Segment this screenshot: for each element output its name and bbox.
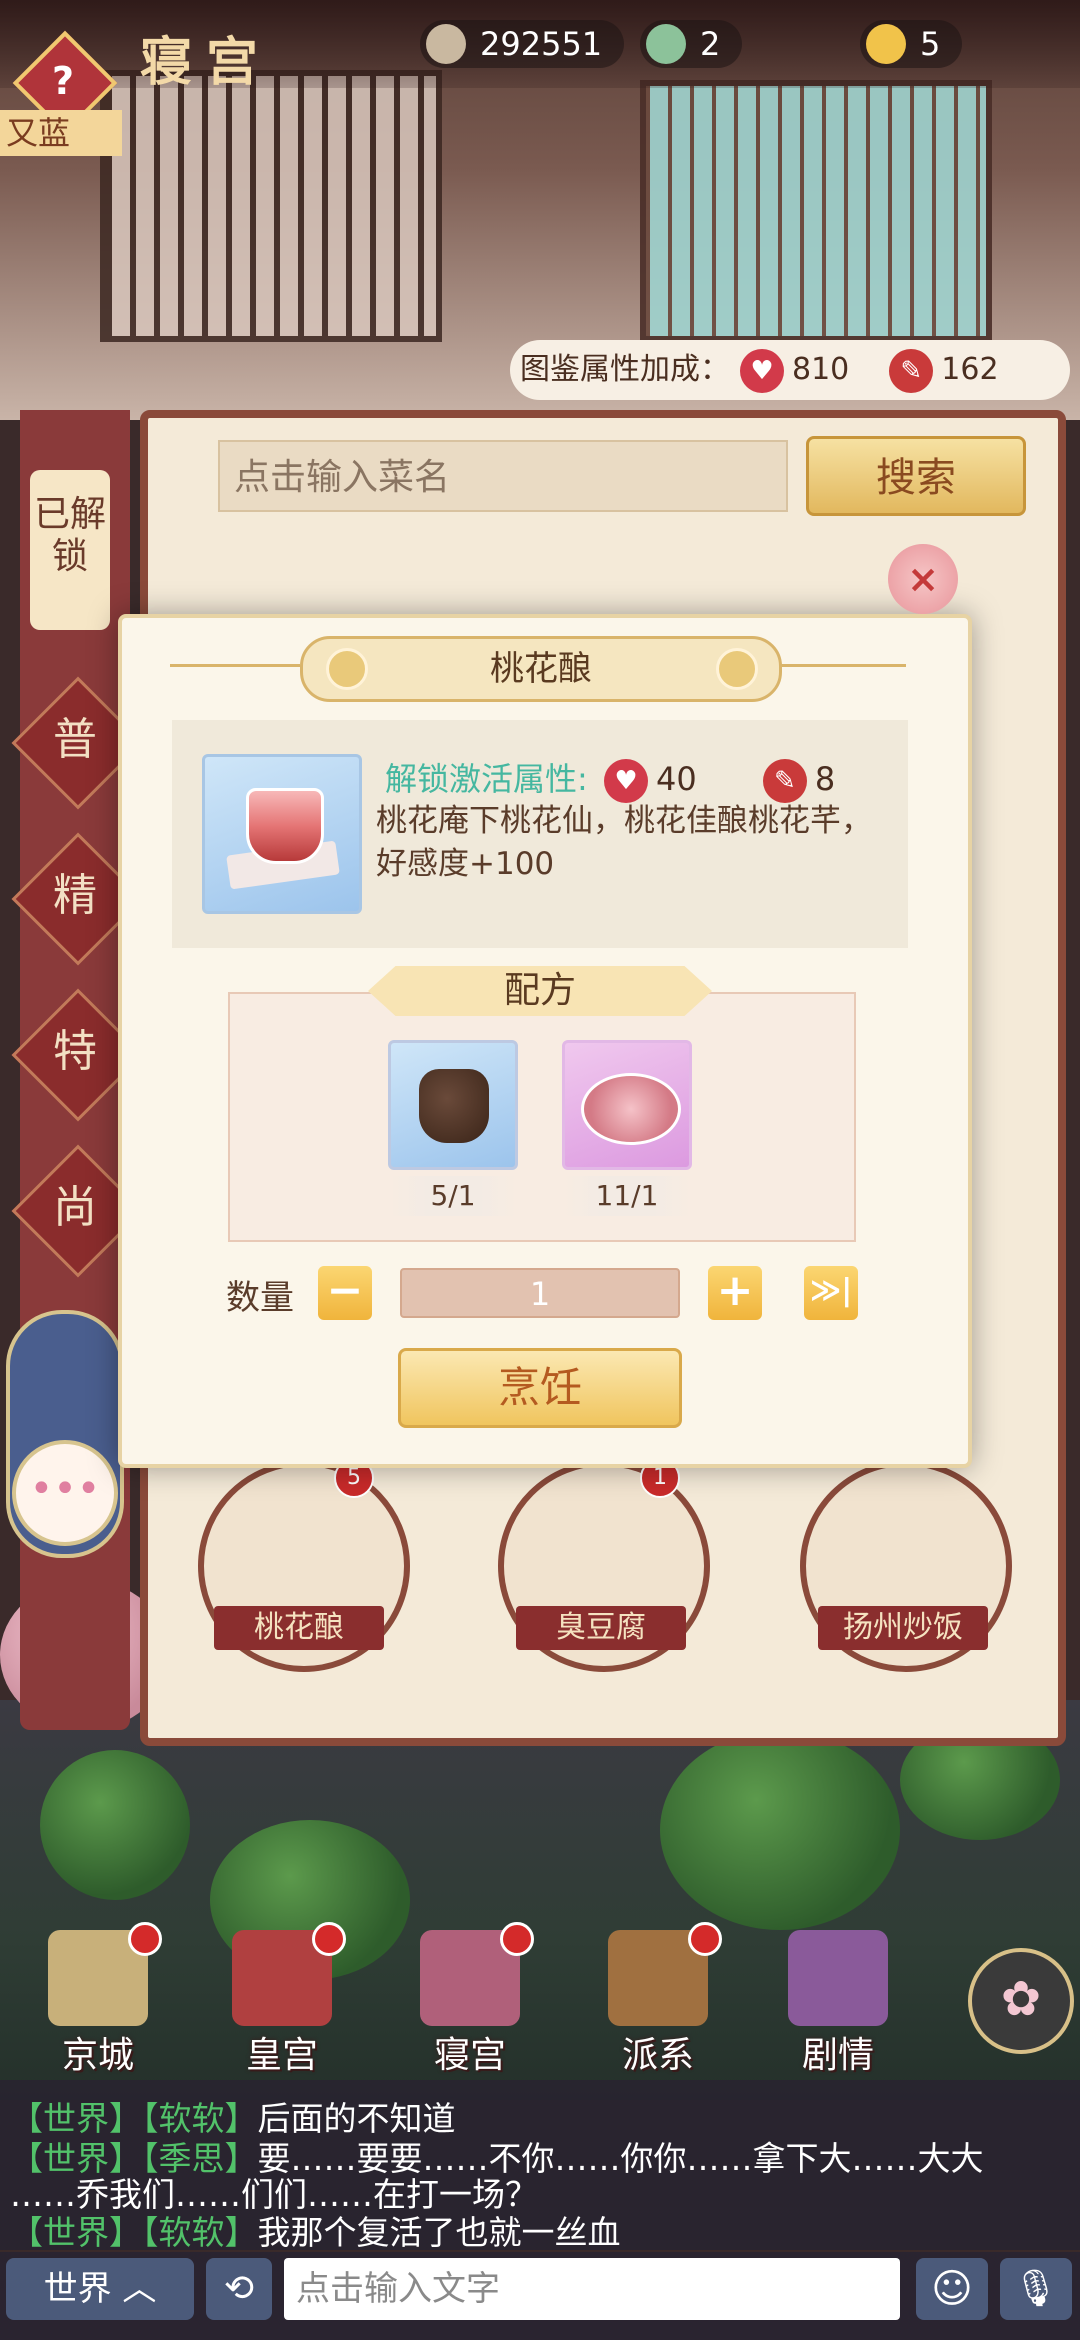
ingredient-count: 11/1 bbox=[562, 1176, 692, 1216]
ingredient-slot[interactable] bbox=[562, 1040, 692, 1170]
chat-panel: 【世界】【软软】后面的不知道 【世界】【季思】要……要要……不你……你你……拿下… bbox=[0, 2080, 1080, 2252]
title-divider bbox=[170, 664, 300, 667]
notification-dot bbox=[688, 1922, 722, 1956]
chat-text: 我那个复活了也就一丝血 bbox=[257, 2213, 621, 2252]
close-button[interactable]: × bbox=[888, 544, 958, 614]
nav-story[interactable]: 剧情 bbox=[768, 1930, 908, 2076]
heart-icon: ♥ bbox=[603, 759, 648, 803]
dish-description: 桃花庵下桃花仙，桃花佳酿桃花芊，好感度+100 bbox=[376, 803, 872, 882]
ingredient-count: 5/1 bbox=[388, 1176, 518, 1216]
recipe-box bbox=[228, 992, 856, 1242]
wine-jar-icon bbox=[419, 1069, 489, 1143]
story-book-icon bbox=[788, 1930, 888, 2026]
title-divider bbox=[776, 664, 906, 667]
flower-icon bbox=[716, 648, 758, 690]
cook-button[interactable]: 烹饪 bbox=[398, 1348, 682, 1428]
nav-label: 寝宫 bbox=[433, 2035, 506, 2076]
nav-label: 派系 bbox=[621, 2035, 694, 2076]
chat-sender[interactable]: 【软软】 bbox=[142, 2213, 258, 2252]
nav-label: 剧情 bbox=[801, 2035, 874, 2076]
quantity-label: 数量 bbox=[226, 1278, 294, 1318]
chat-channel: 【世界】 bbox=[10, 2213, 142, 2252]
notification-dot bbox=[128, 1922, 162, 1956]
increase-button[interactable]: + bbox=[708, 1266, 762, 1320]
flower-icon bbox=[326, 648, 368, 690]
peach-wine-cup-icon bbox=[246, 788, 324, 864]
nav-label: 京城 bbox=[61, 2035, 134, 2076]
notification-dot bbox=[312, 1922, 346, 1956]
decrease-button[interactable]: − bbox=[318, 1266, 372, 1320]
nav-label: 皇宫 bbox=[245, 2035, 318, 2076]
channel-select-button[interactable]: 世界 ︿ bbox=[6, 2258, 194, 2320]
nav-capital[interactable]: 京城 bbox=[28, 1922, 168, 2076]
unlock-label: 解锁激活属性: bbox=[385, 760, 588, 798]
unlock-charm-value: 40 bbox=[655, 760, 697, 798]
chat-message: 【世界】【软软】我那个复活了也就一丝血 bbox=[10, 2206, 621, 2254]
chat-input[interactable]: 点击输入文字 bbox=[284, 2258, 900, 2320]
nav-bedchamber[interactable]: 寝宫 bbox=[400, 1922, 540, 2076]
recipe-title: 配方 bbox=[368, 966, 712, 1016]
unlock-talent-value: 8 bbox=[814, 760, 836, 798]
microphone-icon[interactable]: 🎙 bbox=[1000, 2258, 1072, 2320]
quantity-field[interactable]: 1 bbox=[400, 1268, 680, 1318]
emoji-icon[interactable]: ☺ bbox=[916, 2258, 988, 2320]
unlock-attributes: 解锁激活属性: ♥ 40 ✎ 8 bbox=[385, 754, 835, 803]
history-icon[interactable]: ⟲ bbox=[206, 2258, 272, 2320]
nav-palace[interactable]: 皇宫 bbox=[212, 1922, 352, 2076]
peach-blossom-plate-icon bbox=[581, 1073, 681, 1145]
max-quantity-button[interactable]: ≫| bbox=[804, 1266, 858, 1320]
sakura-menu-button[interactable]: ✿ bbox=[968, 1948, 1074, 2054]
modal-title: 桃花酿 bbox=[300, 636, 782, 702]
brush-icon: ✎ bbox=[762, 759, 807, 803]
ingredient-slot[interactable] bbox=[388, 1040, 518, 1170]
notification-dot bbox=[500, 1922, 534, 1956]
nav-faction[interactable]: 派系 bbox=[588, 1922, 728, 2076]
